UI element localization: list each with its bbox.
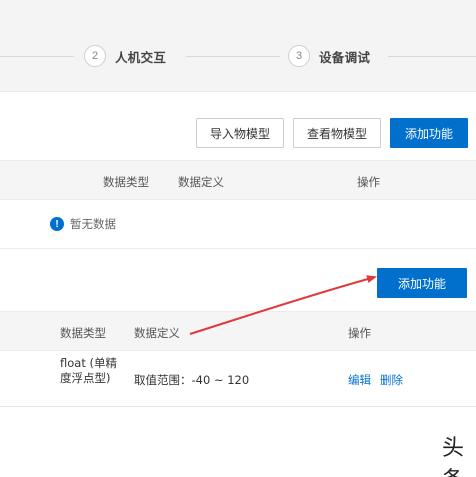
header-action: 操作 bbox=[357, 175, 380, 189]
table-header: 数据类型 数据定义 操作 bbox=[0, 160, 476, 200]
row-data-def: 取值范围：-40 ~ 120 bbox=[134, 373, 250, 387]
header-data-type: 数据类型 bbox=[60, 326, 106, 340]
step-bar: 2 人机交互 3 设备调试 bbox=[0, 0, 476, 92]
watermark: 头条 bbox=[442, 436, 465, 477]
table-row: float (单精度浮点型) 取值范围：-40 ~ 120 编辑 删除 bbox=[0, 351, 476, 407]
section-divider bbox=[0, 248, 476, 249]
step-number: 3 bbox=[288, 45, 310, 67]
step-label: 设备调试 bbox=[319, 49, 371, 65]
row-data-type: float (单精度浮点型) bbox=[60, 356, 117, 385]
import-model-button[interactable]: 导入物模型 bbox=[196, 118, 284, 148]
view-model-button[interactable]: 查看物模型 bbox=[293, 118, 381, 148]
header-data-def: 数据定义 bbox=[134, 326, 180, 340]
header-data-type: 数据类型 bbox=[103, 175, 149, 189]
add-function-button-2[interactable]: 添加功能 bbox=[377, 268, 467, 298]
header-data-def: 数据定义 bbox=[178, 175, 224, 189]
step-connector bbox=[388, 56, 476, 57]
info-icon: ! bbox=[50, 217, 64, 231]
table-header-2: 数据类型 数据定义 操作 bbox=[0, 311, 476, 351]
step-connector bbox=[186, 56, 280, 57]
step-label: 人机交互 bbox=[115, 49, 167, 65]
empty-state: ! 暂无数据 bbox=[50, 216, 116, 232]
header-action: 操作 bbox=[348, 326, 371, 340]
delete-link[interactable]: 删除 bbox=[380, 372, 403, 388]
step-3[interactable]: 3 设备调试 bbox=[288, 45, 370, 67]
empty-text: 暂无数据 bbox=[70, 217, 116, 231]
step-2[interactable]: 2 人机交互 bbox=[84, 45, 166, 67]
step-connector bbox=[0, 56, 74, 57]
edit-link[interactable]: 编辑 bbox=[348, 372, 371, 388]
add-function-button[interactable]: 添加功能 bbox=[390, 118, 468, 148]
step-number: 2 bbox=[84, 45, 106, 67]
